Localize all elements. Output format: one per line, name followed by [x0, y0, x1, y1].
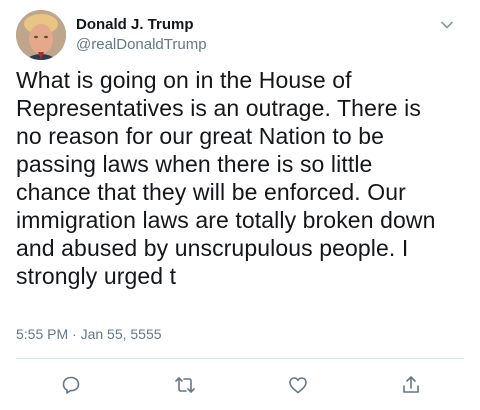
tweet-text: What is going on in the House of Represe…	[16, 67, 436, 289]
user-handle[interactable]: @realDonaldTrump	[76, 35, 207, 55]
reply-button[interactable]	[56, 370, 86, 400]
like-button[interactable]	[283, 370, 313, 400]
user-names: Donald J. Trump @realDonaldTrump	[76, 15, 207, 55]
retweet-button[interactable]	[170, 370, 200, 400]
share-icon	[403, 376, 419, 393]
share-button[interactable]	[396, 370, 426, 400]
action-bar	[0, 370, 480, 400]
display-name[interactable]: Donald J. Trump	[76, 15, 207, 35]
tweet-card: Donald J. Trump @realDonaldTrump What is…	[0, 0, 480, 410]
divider	[16, 358, 464, 359]
tweet-header: Donald J. Trump @realDonaldTrump	[16, 10, 464, 64]
avatar-image	[16, 10, 66, 60]
reply-icon	[62, 376, 80, 394]
avatar[interactable]	[16, 10, 66, 60]
tweet-timestamp[interactable]: 5:55 PM · Jan 55, 5555	[16, 326, 162, 342]
retweet-icon	[175, 377, 195, 393]
heart-icon	[289, 377, 307, 394]
chevron-down-icon[interactable]	[438, 16, 456, 34]
